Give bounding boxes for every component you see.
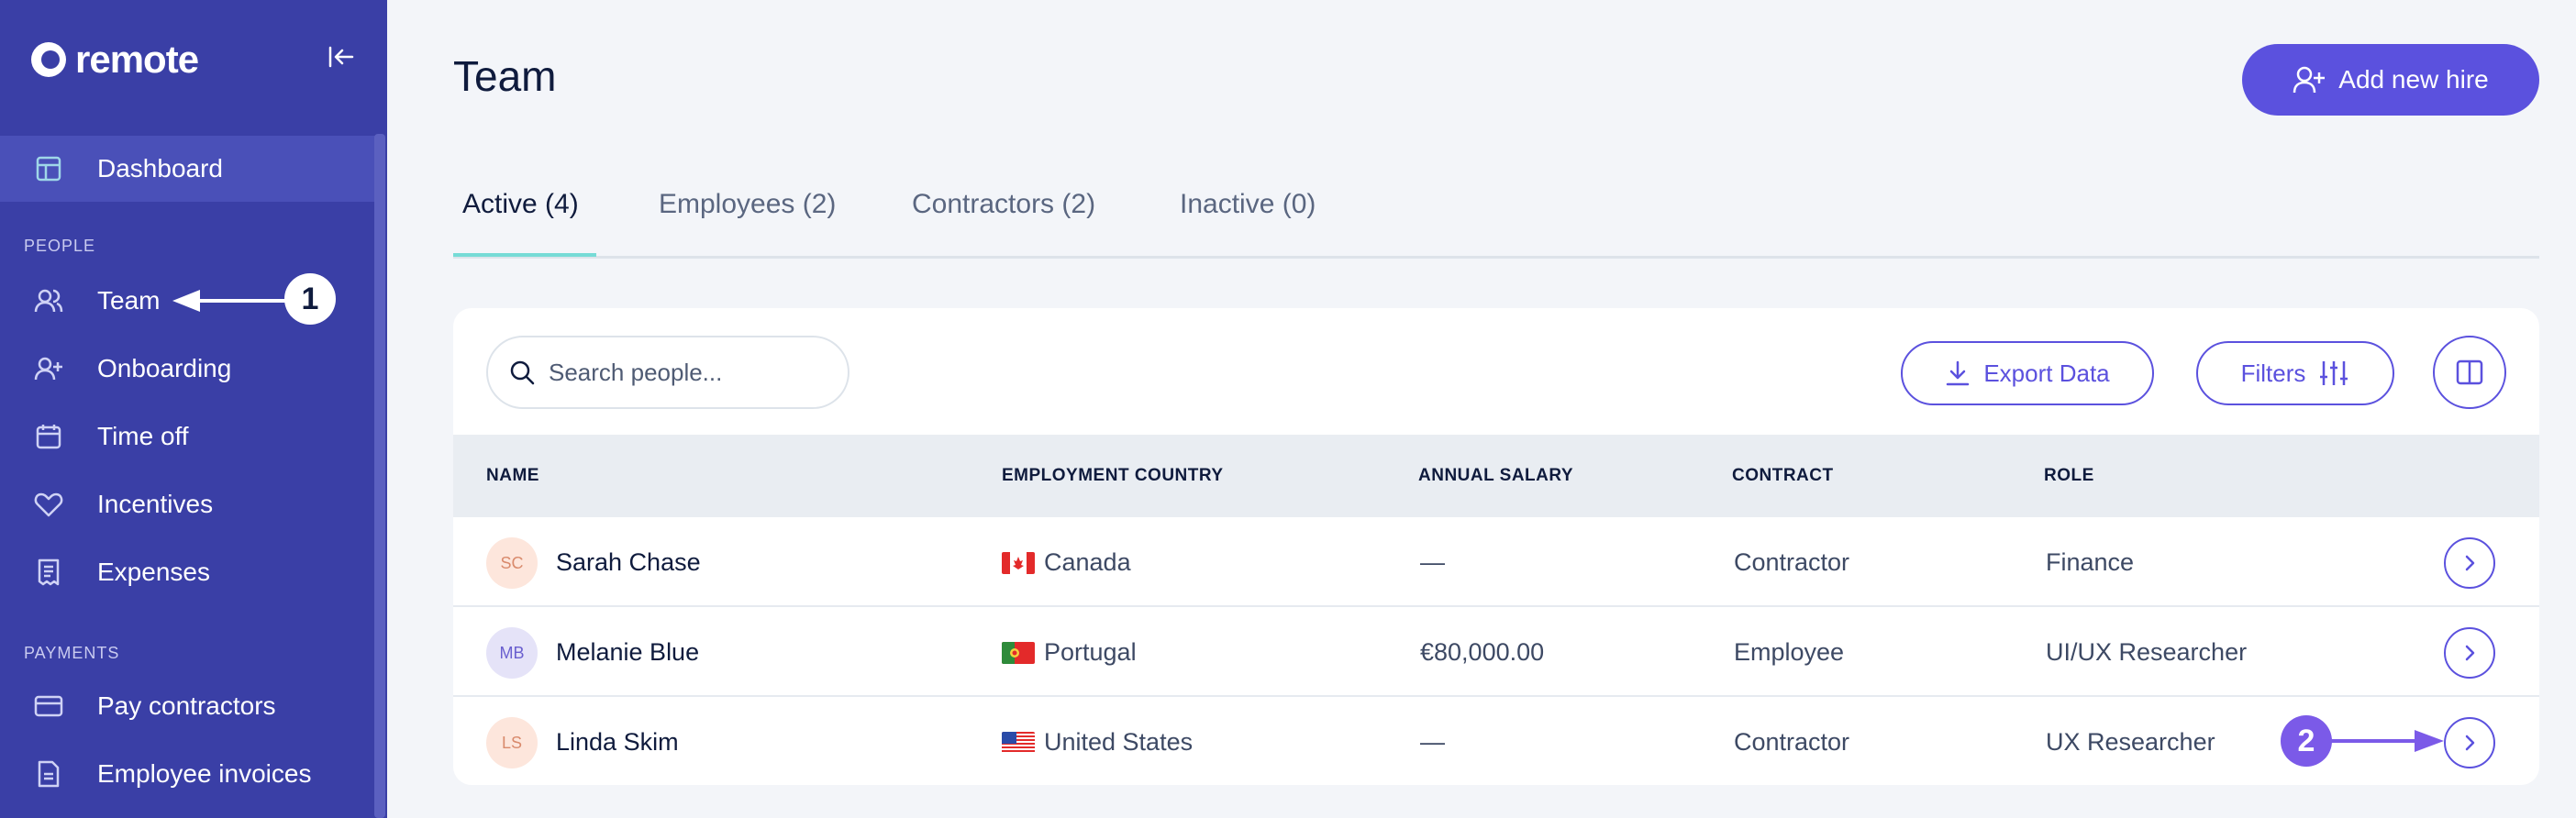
team-table-card: Export Data Filters NAME EMPLOYMENT COUN…: [453, 308, 2539, 785]
canada-flag-icon: [1002, 552, 1035, 574]
employee-name[interactable]: Linda Skim: [556, 728, 679, 757]
collapse-sidebar-button[interactable]: [321, 39, 361, 75]
chevron-right-icon: [2465, 555, 2475, 571]
column-toggle-button[interactable]: [2433, 336, 2506, 409]
employment-country: United States: [1044, 728, 1194, 756]
chevron-right-icon: [2465, 735, 2475, 751]
sidebar-item-dashboard[interactable]: Dashboard: [0, 136, 376, 202]
role: UX Researcher: [2046, 728, 2215, 756]
contract-type: Contractor: [1734, 728, 1850, 756]
user-plus-icon: [2293, 66, 2326, 94]
view-details-button[interactable]: [2444, 627, 2495, 679]
add-new-hire-label: Add new hire: [2338, 65, 2489, 94]
export-data-button[interactable]: Export Data: [1901, 341, 2154, 405]
sidebar-item-label: Expenses: [97, 558, 210, 586]
section-label-people: PEOPLE: [24, 237, 96, 255]
column-header-salary[interactable]: ANNUAL SALARY: [1418, 466, 1573, 486]
sidebar-item-label: Onboarding: [97, 354, 232, 382]
sidebar-item-time-off[interactable]: Time off: [0, 403, 376, 470]
tab-contractors[interactable]: Contractors (2): [912, 189, 1095, 220]
employee-name[interactable]: Melanie Blue: [556, 638, 699, 667]
sidebar-scrollbar[interactable]: [374, 134, 385, 818]
user-plus-icon: [33, 353, 64, 384]
portugal-flag-icon: [1002, 642, 1035, 664]
table-row[interactable]: LS Linda Skim United States — Contractor…: [453, 697, 2539, 785]
employee-name[interactable]: Sarah Chase: [556, 548, 701, 577]
sidebar-item-incentives[interactable]: Incentives: [0, 471, 376, 537]
tab-employees[interactable]: Employees (2): [659, 189, 836, 220]
page-title: Team: [453, 52, 557, 100]
filters-label: Filters: [2240, 359, 2306, 387]
annual-salary: —: [1420, 728, 1445, 756]
columns-icon: [2456, 359, 2483, 385]
search-input[interactable]: [549, 358, 824, 387]
search-box[interactable]: [486, 336, 849, 409]
sidebar-item-label: Pay contractors: [97, 691, 276, 720]
annual-salary: €80,000.00: [1420, 638, 1545, 666]
collapse-left-icon: [328, 46, 354, 68]
dashboard-icon: [33, 153, 64, 184]
role: UI/UX Researcher: [2046, 638, 2248, 666]
contract-type: Contractor: [1734, 548, 1850, 576]
remote-logo[interactable]: remote: [31, 37, 199, 83]
view-details-button[interactable]: [2444, 717, 2495, 768]
sidebar-item-pay-contractors[interactable]: Pay contractors: [0, 673, 376, 739]
tab-inactive[interactable]: Inactive (0): [1180, 189, 1316, 220]
sidebar-item-label: Time off: [97, 422, 189, 450]
tabs-bar: Active (4) Employees (2) Contractors (2)…: [453, 180, 2539, 259]
annotation-marker-2: 2: [2281, 715, 2332, 767]
section-label-payments: PAYMENTS: [24, 644, 120, 662]
avatar: MB: [486, 627, 538, 679]
avatar: LS: [486, 717, 538, 768]
sidebar-item-label: Employee invoices: [97, 759, 312, 788]
sidebar-item-label: Team: [97, 286, 161, 315]
column-header-name[interactable]: NAME: [486, 466, 539, 486]
calendar-icon: [33, 421, 64, 452]
employment-country: Portugal: [1044, 638, 1137, 666]
invoice-icon: [33, 758, 64, 790]
sidebar-item-onboarding[interactable]: Onboarding: [0, 336, 376, 402]
sidebar-item-label: Dashboard: [97, 154, 223, 182]
add-new-hire-button[interactable]: Add new hire: [2242, 44, 2539, 116]
contract-type: Employee: [1734, 638, 1845, 666]
users-icon: [33, 285, 64, 316]
filters-button[interactable]: Filters: [2196, 341, 2394, 405]
receipt-icon: [33, 557, 64, 588]
annotation-marker-1: 1: [284, 273, 336, 325]
download-icon: [1947, 360, 1970, 386]
table-header: NAME EMPLOYMENT COUNTRY ANNUAL SALARY CO…: [453, 435, 2539, 517]
annual-salary: —: [1420, 548, 1445, 576]
table-row[interactable]: SC Sarah Chase Canada — Contractor Finan…: [453, 517, 2539, 607]
united-states-flag-icon: [1002, 732, 1035, 754]
active-tab-indicator: [453, 253, 596, 257]
annotation-arrow-2: [2330, 730, 2444, 752]
credit-card-icon: [33, 691, 64, 722]
employment-country: Canada: [1044, 548, 1131, 576]
table-row[interactable]: MB Melanie Blue Portugal €80,000.00 Empl…: [453, 607, 2539, 697]
sidebar-item-employee-invoices[interactable]: Employee invoices: [0, 741, 376, 807]
logo-text: remote: [75, 38, 199, 81]
annotation-arrow-1: [172, 290, 286, 312]
tab-active[interactable]: Active (4): [462, 189, 579, 220]
search-icon: [510, 360, 535, 385]
avatar: SC: [486, 537, 538, 589]
view-details-button[interactable]: [2444, 537, 2495, 589]
sidebar-item-expenses[interactable]: Expenses: [0, 539, 376, 605]
column-header-country[interactable]: EMPLOYMENT COUNTRY: [1002, 466, 1224, 486]
column-header-role[interactable]: ROLE: [2044, 466, 2094, 486]
sliders-icon: [2320, 361, 2348, 385]
sidebar: remote Dashboard PEOPLE Team Onboarding …: [0, 0, 387, 818]
role: Finance: [2046, 548, 2135, 576]
remote-logo-icon: [31, 42, 66, 77]
column-header-contract[interactable]: CONTRACT: [1732, 466, 1834, 486]
export-data-label: Export Data: [1983, 359, 2110, 387]
chevron-right-icon: [2465, 645, 2475, 661]
heart-icon: [33, 489, 64, 520]
sidebar-item-label: Incentives: [97, 490, 214, 518]
